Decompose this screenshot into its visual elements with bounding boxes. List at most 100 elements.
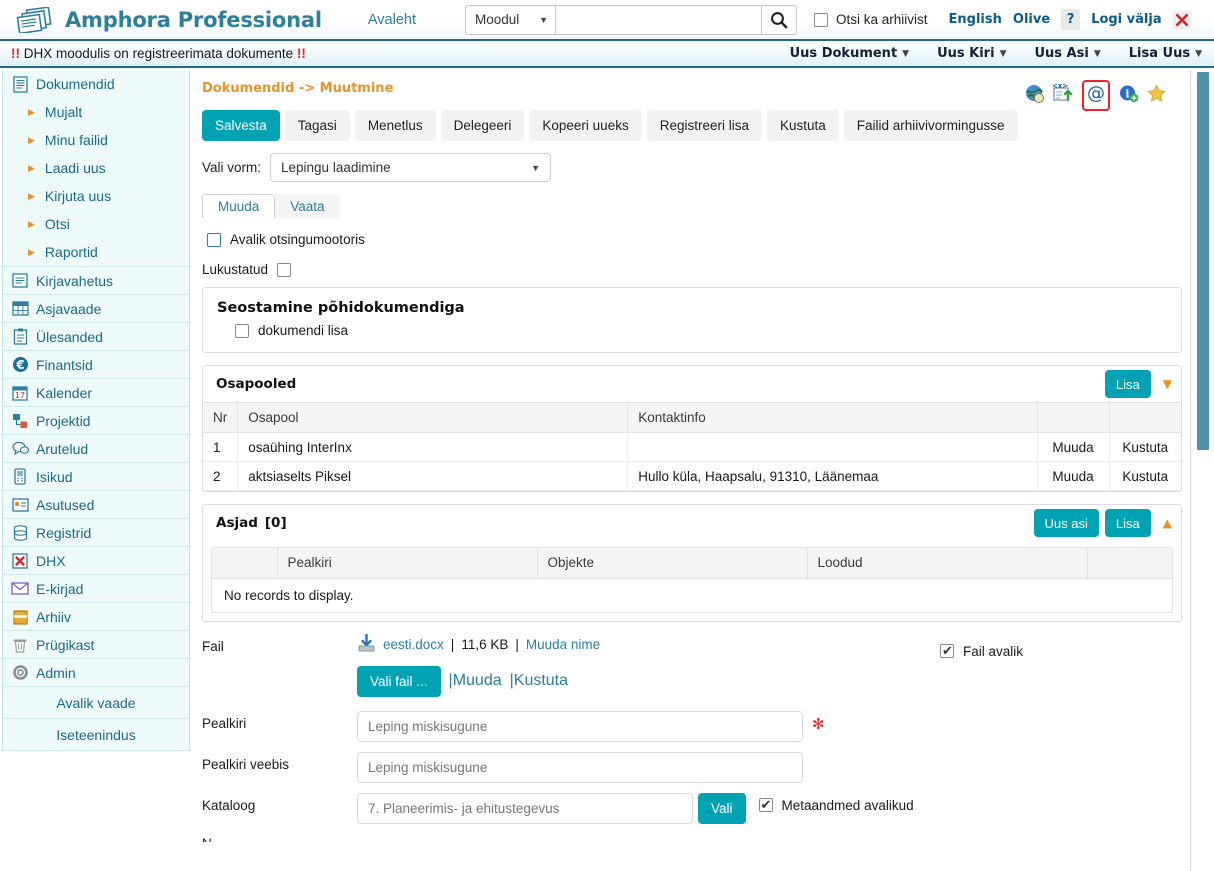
sidebar-item-iseteenindus[interactable]: Iseteenindus: [3, 719, 189, 751]
module-dropdown[interactable]: Moodul ▼: [465, 4, 555, 35]
sidebar-item-mujalt[interactable]: ▶ Mujalt: [3, 98, 189, 126]
tab-muuda[interactable]: Muuda: [202, 194, 276, 218]
search-input[interactable]: [556, 5, 761, 34]
parties-section-header: Osapooled Lisa ▼: [203, 366, 1181, 402]
sidebar-item-avalik-vaade[interactable]: Avalik vaade: [3, 687, 189, 719]
sidebar-item-kirjuta-uus[interactable]: ▶ Kirjuta uus: [3, 182, 189, 210]
file-public-checkbox[interactable]: [940, 642, 954, 659]
web-title-input[interactable]: [357, 751, 803, 783]
download-icon[interactable]: [357, 633, 376, 656]
menu-lisa-uus[interactable]: Lisa Uus ▼: [1129, 46, 1202, 61]
parties-add-button[interactable]: Lisa: [1104, 370, 1151, 398]
cases-add-button[interactable]: Lisa: [1104, 509, 1151, 537]
sidebar-item-admin[interactable]: Admin: [3, 659, 189, 687]
sidebar-item-otsi[interactable]: ▶ Otsi: [3, 210, 189, 238]
rename-file-link[interactable]: Muuda nime: [526, 637, 600, 652]
files-to-archive-format-button[interactable]: Failid arhiivivormingusse: [843, 110, 1018, 141]
register-attachment-button[interactable]: Registreeri lisa: [646, 110, 762, 141]
xml-export-icon[interactable]: <x>: [1052, 82, 1073, 108]
cell-nr: 2: [203, 461, 239, 491]
sidebar-item-arutelud[interactable]: Arutelud: [3, 435, 189, 463]
file-delete-link[interactable]: |Kustuta: [510, 672, 568, 690]
row-delete-link[interactable]: Kustuta: [1109, 432, 1181, 462]
menu-uus-dokument[interactable]: Uus Dokument ▼: [790, 46, 909, 61]
file-edit-link[interactable]: |Muuda: [449, 672, 502, 690]
metadata-public-checkbox[interactable]: [758, 796, 773, 813]
at-sign-icon[interactable]: @: [1086, 83, 1106, 108]
nav-home-link[interactable]: Avaleht: [368, 12, 416, 28]
form-select-row: Vali vorm: Lepingu laadimine ▼: [202, 153, 1190, 182]
catalog-select-button[interactable]: Vali: [698, 792, 746, 824]
cell-nr: 1: [203, 432, 239, 462]
main-content: Dokumendid -> Muutmine <x> @ i Salvesta …: [194, 70, 1190, 871]
sidebar-item-projektid[interactable]: Projektid: [3, 407, 189, 435]
title-input[interactable]: [357, 710, 803, 742]
sidebar-item-ulesanded[interactable]: Ülesanded: [3, 323, 189, 351]
globe-icon[interactable]: [1025, 84, 1044, 108]
help-button[interactable]: ?: [1061, 9, 1081, 30]
svg-text:17: 17: [15, 391, 25, 400]
file-name-link[interactable]: eesti.docx: [383, 637, 444, 652]
menu-uus-dokument-label: Uus Dokument: [789, 46, 898, 61]
sidebar-item-kirjavahetus[interactable]: Kirjavahetus: [3, 267, 189, 295]
language-link[interactable]: English: [949, 12, 1002, 27]
workflow-button[interactable]: Menetlus: [354, 110, 436, 141]
menu-uus-kiri[interactable]: Uus Kiri ▼: [937, 46, 1006, 61]
public-search-checkbox[interactable]: [207, 232, 221, 247]
locked-checkbox[interactable]: [277, 262, 292, 277]
sidebar-item-isikud[interactable]: Isikud: [3, 463, 189, 491]
sidebar-item-asutused[interactable]: Asutused: [3, 491, 189, 519]
col-blank: [212, 548, 278, 579]
choose-file-button[interactable]: Vali fail ...: [357, 665, 441, 697]
relation-panel: Seostamine põhidokumendiga dokumendi lis…: [202, 287, 1182, 353]
form-select-dropdown[interactable]: Lepingu laadimine ▼: [270, 153, 552, 182]
star-favorite-icon[interactable]: [1147, 83, 1166, 108]
menu-uus-asi[interactable]: Uus Asi ▼: [1034, 46, 1100, 61]
theme-link[interactable]: Olive: [1013, 12, 1050, 27]
locked-checkbox-row[interactable]: Lukustatud: [202, 262, 1190, 277]
search-input-wrap[interactable]: [555, 4, 761, 35]
back-button[interactable]: Tagasi: [284, 110, 350, 141]
tab-vaata[interactable]: Vaata: [275, 194, 340, 218]
archive-search-checkbox-row[interactable]: Otsi ka arhiivist: [814, 12, 928, 27]
sidebar-item-e-kirjad[interactable]: E-kirjad: [3, 575, 189, 603]
sidebar-item-kalender[interactable]: 17 Kalender: [3, 379, 189, 407]
document-form: Fail eesti.docx | 11,6 KB | Muuda nime V…: [194, 633, 1190, 842]
sidebar-item-finantsid[interactable]: € Finantsid: [3, 351, 189, 379]
row-delete-link[interactable]: Kustuta: [1109, 461, 1181, 491]
save-button[interactable]: Salvesta: [202, 110, 280, 141]
sidebar-item-dhx[interactable]: DHX: [3, 547, 189, 575]
sidebar-item-raportid[interactable]: ▶ Raportid: [3, 238, 189, 266]
row-edit-link[interactable]: Muuda: [1037, 432, 1110, 462]
scrollbar-thumb[interactable]: [1197, 72, 1209, 450]
sidebar-item-arhiiv[interactable]: Arhiiv: [3, 603, 189, 631]
file-label: Fail: [202, 638, 224, 654]
logo[interactable]: Amphora Professional: [14, 6, 322, 33]
sidebar-item-laadi-uus[interactable]: ▶ Laadi uus: [3, 154, 189, 182]
sidebar-item-dokumendid[interactable]: Dokumendid: [3, 70, 189, 98]
sidebar-item-registrid[interactable]: Registrid: [3, 519, 189, 547]
public-search-checkbox-row[interactable]: Avalik otsingumootoris: [207, 232, 1190, 247]
red-x-icon[interactable]: [1172, 10, 1191, 29]
chevron-up-icon[interactable]: ▲: [1163, 516, 1172, 530]
info-add-icon[interactable]: i: [1119, 84, 1139, 108]
logout-link[interactable]: Logi välja: [1091, 12, 1161, 27]
document-attachment-checkbox-row[interactable]: dokumendi lisa: [235, 323, 1181, 338]
metadata-public-checkbox-row[interactable]: Metaandmed avalikud: [758, 793, 914, 813]
catalog-input[interactable]: [357, 792, 693, 824]
file-public-checkbox-row[interactable]: Fail avalik: [940, 634, 1190, 659]
sidebar-item-asjavaade[interactable]: Asjavaade: [3, 295, 189, 323]
delete-button[interactable]: Kustuta: [766, 110, 839, 141]
delegate-button[interactable]: Delegeeri: [440, 110, 525, 141]
row-edit-link[interactable]: Muuda: [1037, 461, 1110, 491]
sidebar-item-minu-failid[interactable]: ▶ Minu failid: [3, 126, 189, 154]
cases-new-button[interactable]: Uus asi: [1033, 509, 1099, 537]
chevron-down-icon[interactable]: ▼: [1163, 377, 1172, 391]
copy-as-new-button[interactable]: Kopeeri uueks: [529, 110, 642, 141]
module-dropdown-value: Moodul: [475, 12, 520, 27]
search-button[interactable]: [761, 4, 797, 35]
sidebar-item-prugikast[interactable]: Prügikast: [3, 631, 189, 659]
page-scrollbar[interactable]: [1196, 70, 1211, 871]
archive-search-checkbox[interactable]: [814, 12, 828, 27]
document-attachment-checkbox[interactable]: [235, 323, 249, 338]
